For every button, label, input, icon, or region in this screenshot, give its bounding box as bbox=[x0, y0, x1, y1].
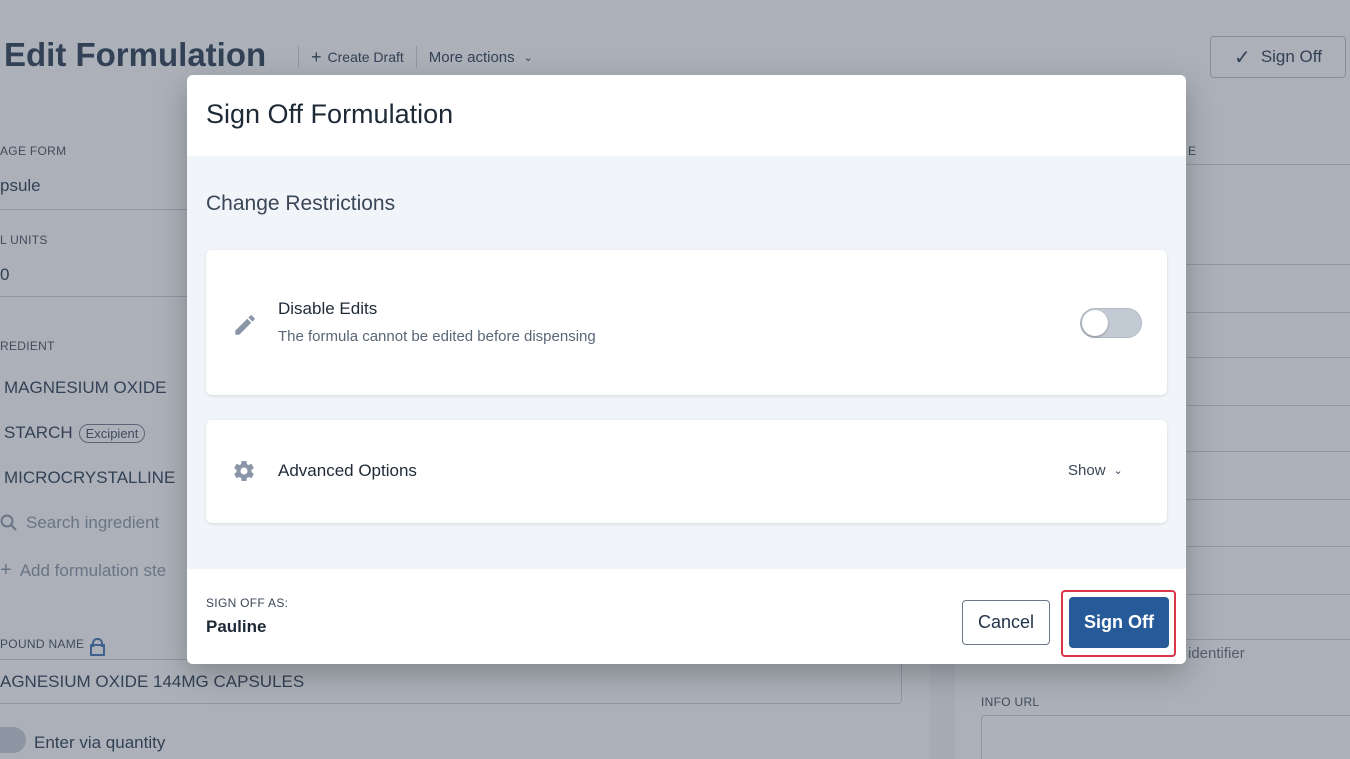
advanced-options-title: Advanced Options bbox=[278, 461, 417, 480]
dialog-title: Sign Off Formulation bbox=[206, 99, 454, 129]
disable-edits-title: Disable Edits bbox=[278, 299, 378, 318]
sign-off-dialog: Sign Off Formulation Change Restrictions… bbox=[187, 75, 1186, 664]
disable-edits-description: The formula cannot be edited before disp… bbox=[278, 328, 596, 345]
cancel-button[interactable]: Cancel bbox=[962, 600, 1050, 645]
dialog-footer: SIGN OFF AS: Pauline Cancel Sign Off bbox=[187, 569, 1186, 664]
pencil-icon bbox=[235, 315, 255, 335]
dialog-body: Change Restrictions Disable Edits The fo… bbox=[187, 156, 1186, 569]
advanced-options-card[interactable]: Advanced Options Show ⌄ bbox=[206, 420, 1167, 523]
disable-edits-card: Disable Edits The formula cannot be edit… bbox=[206, 250, 1167, 395]
show-advanced-toggle[interactable]: Show ⌄ bbox=[1068, 462, 1123, 479]
show-label: Show bbox=[1068, 462, 1106, 479]
sign-off-button[interactable]: Sign Off bbox=[1069, 597, 1169, 648]
sign-off-user: Pauline bbox=[206, 617, 267, 636]
toggle-knob bbox=[1082, 310, 1108, 336]
disable-edits-toggle[interactable] bbox=[1080, 308, 1142, 338]
sign-off-as-label: SIGN OFF AS: bbox=[206, 596, 289, 610]
dialog-header: Sign Off Formulation bbox=[187, 75, 1186, 156]
section-title: Change Restrictions bbox=[206, 192, 396, 215]
chevron-down-icon: ⌄ bbox=[1113, 465, 1123, 477]
gear-icon bbox=[234, 460, 254, 481]
